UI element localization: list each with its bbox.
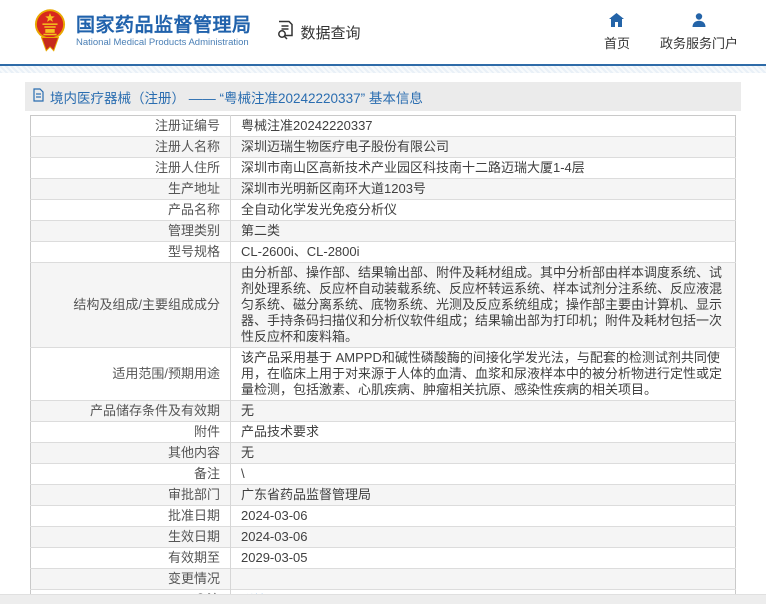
- table-row: 注册证编号粤械注准20242220337: [31, 116, 736, 137]
- row-value: \: [231, 464, 736, 485]
- row-label: 产品名称: [31, 200, 231, 221]
- header-nav: 首页 政务服务门户: [604, 13, 738, 52]
- table-row: 备注\: [31, 464, 736, 485]
- row-value: 产品技术要求: [231, 422, 736, 443]
- row-label: 其他内容: [31, 443, 231, 464]
- breadcrumb: 境内医疗器械（注册） —— “粤械注准20242220337” 基本信息: [25, 82, 741, 111]
- row-value: 第二类: [231, 221, 736, 242]
- row-label: 产品储存条件及有效期: [31, 401, 231, 422]
- row-label: 适用范围/预期用途: [31, 348, 231, 401]
- info-table-body: 注册证编号粤械注准20242220337注册人名称深圳迈瑞生物医疗电子股份有限公…: [31, 116, 736, 604]
- nmpa-brand[interactable]: 国家药品监督管理局 National Medical Products Admi…: [34, 6, 252, 59]
- row-value: 由分析部、操作部、结果输出部、附件及耗材组成。其中分析部由样本调度系统、试剂处理…: [231, 263, 736, 348]
- data-query-button[interactable]: 数据查询: [276, 20, 361, 44]
- table-row: 生效日期2024-03-06: [31, 527, 736, 548]
- row-value: 无: [231, 443, 736, 464]
- row-value: 该产品采用基于 AMPPD和碱性磷酸酶的间接化学发光法，与配套的检测试剂共同使用…: [231, 348, 736, 401]
- row-value: 深圳市南山区高新技术产业园区科技南十二路迈瑞大厦1-4层: [231, 158, 736, 179]
- row-label: 备注: [31, 464, 231, 485]
- row-value: 广东省药品监督管理局: [231, 485, 736, 506]
- row-value: 2024-03-06: [231, 527, 736, 548]
- table-row: 生产地址深圳市光明新区南环大道1203号: [31, 179, 736, 200]
- org-name-cn: 国家药品监督管理局: [76, 15, 252, 37]
- table-row: 结构及组成/主要组成成分由分析部、操作部、结果输出部、附件及耗材组成。其中分析部…: [31, 263, 736, 348]
- registration-info-table: 注册证编号粤械注准20242220337注册人名称深圳迈瑞生物医疗电子股份有限公…: [30, 115, 736, 604]
- row-label: 变更情况: [31, 569, 231, 590]
- table-row: 适用范围/预期用途该产品采用基于 AMPPD和碱性磷酸酶的间接化学发光法，与配套…: [31, 348, 736, 401]
- row-label: 附件: [31, 422, 231, 443]
- row-value: CL-2600i、CL-2800i: [231, 242, 736, 263]
- home-icon: [609, 13, 624, 30]
- table-row: 有效期至2029-03-05: [31, 548, 736, 569]
- row-value: 无: [231, 401, 736, 422]
- row-value: 粤械注准20242220337: [231, 116, 736, 137]
- table-row: 批准日期2024-03-06: [31, 506, 736, 527]
- row-value: 深圳市光明新区南环大道1203号: [231, 179, 736, 200]
- row-label: 型号规格: [31, 242, 231, 263]
- table-row: 变更情况: [31, 569, 736, 590]
- row-value: 2029-03-05: [231, 548, 736, 569]
- nav-home-label: 首页: [604, 33, 630, 52]
- table-row: 产品名称全自动化学发光免疫分析仪: [31, 200, 736, 221]
- row-label: 有效期至: [31, 548, 231, 569]
- table-row: 型号规格CL-2600i、CL-2800i: [31, 242, 736, 263]
- footer-strip: [0, 594, 766, 604]
- person-icon: [692, 13, 706, 30]
- row-label: 注册证编号: [31, 116, 231, 137]
- row-label: 生产地址: [31, 179, 231, 200]
- org-name-en: National Medical Products Administration: [76, 38, 252, 49]
- breadcrumb-text: 境内医疗器械（注册） —— “粤械注准20242220337” 基本信息: [50, 87, 423, 107]
- row-label: 管理类别: [31, 221, 231, 242]
- nav-portal[interactable]: 政务服务门户: [660, 13, 738, 52]
- row-label: 结构及组成/主要组成成分: [31, 263, 231, 348]
- nav-portal-label: 政务服务门户: [660, 33, 738, 52]
- row-label: 注册人名称: [31, 137, 231, 158]
- table-row: 附件产品技术要求: [31, 422, 736, 443]
- table-row: 注册人名称深圳迈瑞生物医疗电子股份有限公司: [31, 137, 736, 158]
- row-value: 深圳迈瑞生物医疗电子股份有限公司: [231, 137, 736, 158]
- china-national-emblem-icon: [34, 6, 66, 59]
- table-row: 注册人住所深圳市南山区高新技术产业园区科技南十二路迈瑞大厦1-4层: [31, 158, 736, 179]
- table-row: 其他内容无: [31, 443, 736, 464]
- row-value: [231, 569, 736, 590]
- row-label: 审批部门: [31, 485, 231, 506]
- main-content: 境内医疗器械（注册） —— “粤械注准20242220337” 基本信息 注册证…: [25, 82, 741, 604]
- document-icon: [33, 88, 44, 105]
- row-label: 批准日期: [31, 506, 231, 527]
- row-value: 2024-03-06: [231, 506, 736, 527]
- row-value: 全自动化学发光免疫分析仪: [231, 200, 736, 221]
- nav-home[interactable]: 首页: [604, 13, 630, 52]
- row-label: 注册人住所: [31, 158, 231, 179]
- data-query-doc-magnifier-icon: [276, 20, 296, 44]
- row-label: 生效日期: [31, 527, 231, 548]
- data-query-label: 数据查询: [301, 22, 361, 43]
- header-decorative-stripe: [0, 66, 766, 73]
- table-row: 管理类别第二类: [31, 221, 736, 242]
- site-header: 国家药品监督管理局 National Medical Products Admi…: [0, 0, 766, 66]
- table-row: 产品储存条件及有效期无: [31, 401, 736, 422]
- table-row: 审批部门广东省药品监督管理局: [31, 485, 736, 506]
